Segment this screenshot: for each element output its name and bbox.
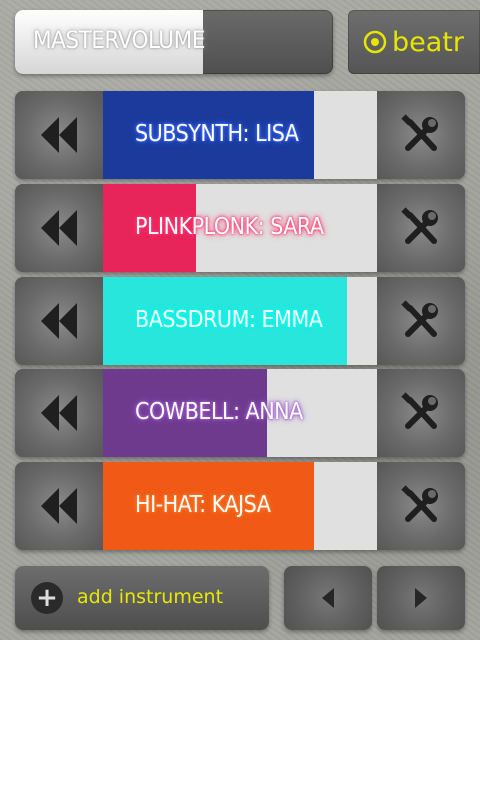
rewind-icon [41,488,77,524]
brand-name: beatr [392,26,464,58]
instrument-row: PLINKPLONK: SARA [15,183,465,272]
instrument-settings-button[interactable] [377,183,465,272]
instrument-label: COWBELL: ANNA [135,399,303,426]
tools-icon [401,299,438,337]
rewind-icon [41,302,77,339]
rewind-button[interactable] [15,462,103,550]
rewind-button[interactable] [15,276,103,365]
instrument-row: COWBELL: ANNA [15,369,465,458]
instrument-label: SUBSYNTH: LISA [135,121,299,147]
instrument-row: BASSDRUM: EMMA [15,276,465,365]
previous-page-button[interactable] [284,566,372,630]
instrument-settings-button[interactable] [377,369,465,458]
add-instrument-label: add instrument [77,586,224,608]
rewind-icon [41,209,77,246]
tools-icon [401,485,438,522]
rewind-icon [41,117,77,153]
triangle-right-icon [415,588,427,608]
instrument-settings-button[interactable] [377,462,465,550]
brand-button[interactable]: beatr [348,10,480,74]
tools-icon [401,392,438,430]
rewind-button[interactable] [15,369,103,458]
add-instrument-button[interactable]: + add instrument [15,566,269,630]
master-volume-slider[interactable]: MASTERVOLUME [15,10,333,74]
tools-icon [401,207,438,244]
instrument-label: PLINKPLONK: SARA [135,213,324,240]
instrument-label: BASSDRUM: EMMA [135,306,323,333]
instrument-settings-button[interactable] [377,276,465,365]
app-screen: MASTERVOLUME beatr SUBSYNTH: LISA PLINKPL… [0,0,480,640]
rewind-button[interactable] [15,183,103,272]
instrument-label: HI-HAT: KAJSA [135,492,271,518]
instrument-settings-button[interactable] [377,91,465,179]
master-volume-label: MASTERVOLUME [33,26,205,54]
instrument-row: SUBSYNTH: LISA [15,91,465,179]
beatr-logo-icon [363,30,387,54]
plus-icon: + [31,582,63,614]
rewind-button[interactable] [15,91,103,179]
tools-icon [401,114,438,151]
instrument-row: HI-HAT: KAJSA [15,462,465,550]
triangle-left-icon [322,588,334,608]
rewind-icon [41,395,77,432]
next-page-button[interactable] [377,566,465,630]
